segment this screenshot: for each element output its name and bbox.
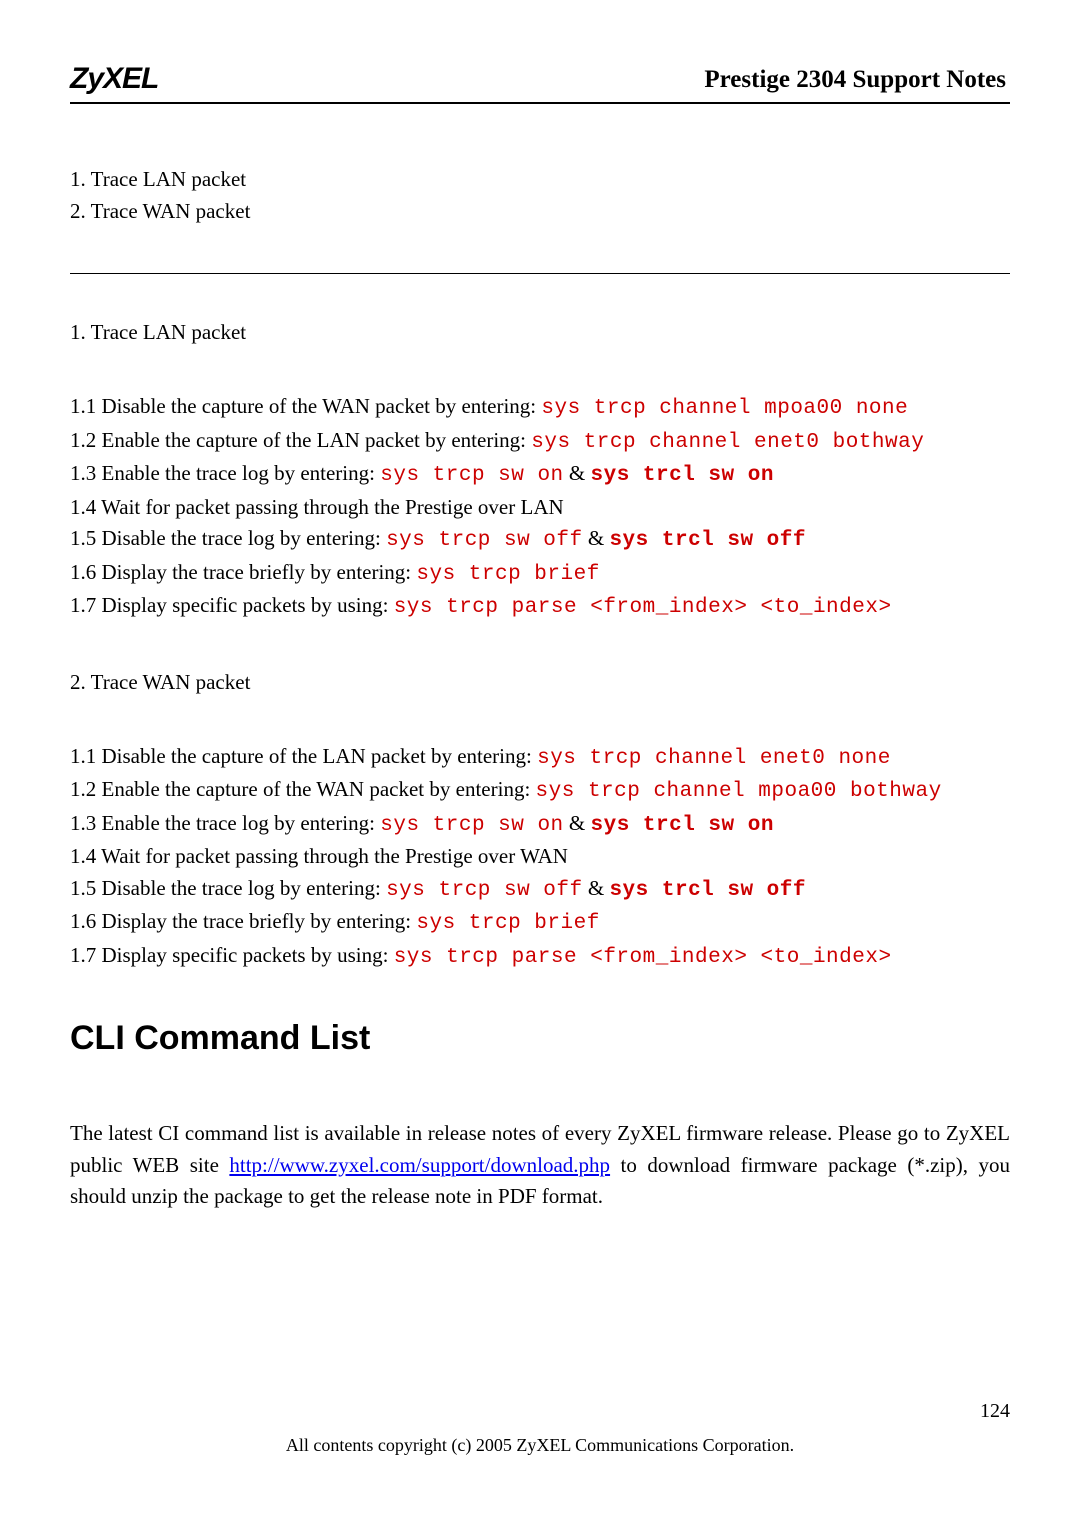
download-link[interactable]: http://www.zyxel.com/support/download.ph…: [229, 1153, 610, 1177]
command-text: sys trcp sw on: [380, 814, 563, 837]
step-text: 1.6 Display the trace briefly by enterin…: [70, 560, 416, 584]
command-text: sys trcp brief: [416, 912, 599, 935]
command-text-bold: sys trcl sw off: [609, 879, 806, 902]
step-item: 1.5 Disable the trace log by entering: s…: [70, 523, 1010, 557]
command-text: sys trcp sw off: [386, 879, 583, 902]
top-list-item: 1. Trace LAN packet: [70, 164, 1010, 196]
step-item: 1.7 Display specific packets by using: s…: [70, 940, 1010, 974]
command-text: sys trcp sw on: [380, 464, 563, 487]
command-text-bold: sys trcl sw on: [591, 464, 774, 487]
step-item: 1.6 Display the trace briefly by enterin…: [70, 906, 1010, 940]
step-text: &: [583, 876, 610, 900]
step-text: 1.1 Disable the capture of the LAN packe…: [70, 744, 537, 768]
step-text: 1.7 Display specific packets by using:: [70, 593, 394, 617]
command-text-bold: sys trcl sw off: [609, 529, 806, 552]
command-text: sys trcp channel enet0 none: [537, 747, 891, 770]
step-item: 1.7 Display specific packets by using: s…: [70, 590, 1010, 624]
step-text: 1.3 Enable the trace log by entering:: [70, 811, 380, 835]
step-text: 1.6 Display the trace briefly by enterin…: [70, 909, 416, 933]
step-text: 1.5 Disable the trace log by entering:: [70, 876, 386, 900]
page-header: ZyXEL Prestige 2304 Support Notes: [70, 62, 1010, 104]
section-title: 1. Trace LAN packet: [70, 320, 1010, 345]
command-text: sys trcp channel mpoa00 none: [541, 397, 908, 420]
step-text: 1.2 Enable the capture of the LAN packet…: [70, 428, 531, 452]
step-item: 1.2 Enable the capture of the WAN packet…: [70, 774, 1010, 808]
step-text: 1.5 Disable the trace log by entering:: [70, 526, 386, 550]
footer-copyright: All contents copyright (c) 2005 ZyXEL Co…: [0, 1435, 1080, 1456]
cli-paragraph: The latest CI command list is available …: [70, 1118, 1010, 1213]
step-list-wan: 1.1 Disable the capture of the LAN packe…: [70, 741, 1010, 974]
step-item: 1.1 Disable the capture of the WAN packe…: [70, 391, 1010, 425]
command-text: sys trcp parse <from_index> <to_index>: [394, 596, 892, 619]
brand-logo: ZyXEL: [70, 62, 158, 96]
top-list-item: 2. Trace WAN packet: [70, 196, 1010, 228]
page-number: 124: [980, 1400, 1010, 1423]
command-text-bold: sys trcl sw on: [591, 814, 774, 837]
command-text: sys trcp channel mpoa00 bothway: [536, 780, 942, 803]
command-text: sys trcp sw off: [386, 529, 583, 552]
step-text: &: [564, 461, 591, 485]
separator-line: [70, 273, 1010, 274]
step-text: 1.2 Enable the capture of the WAN packet…: [70, 777, 536, 801]
document-title: Prestige 2304 Support Notes: [704, 66, 1010, 96]
step-item: 1.6 Display the trace briefly by enterin…: [70, 557, 1010, 591]
step-text: 1.3 Enable the trace log by entering:: [70, 461, 380, 485]
page-container: ZyXEL Prestige 2304 Support Notes 1. Tra…: [0, 0, 1080, 1528]
step-text: &: [583, 526, 610, 550]
section-title: 2. Trace WAN packet: [70, 670, 1010, 695]
step-item: 1.2 Enable the capture of the LAN packet…: [70, 425, 1010, 459]
step-item: 1.4 Wait for packet passing through the …: [70, 841, 1010, 873]
step-text: 1.7 Display specific packets by using:: [70, 943, 394, 967]
step-item: 1.1 Disable the capture of the LAN packe…: [70, 741, 1010, 775]
heading-cli: CLI Command List: [70, 1019, 1010, 1058]
command-text: sys trcp parse <from_index> <to_index>: [394, 946, 892, 969]
step-item: 1.5 Disable the trace log by entering: s…: [70, 873, 1010, 907]
step-text: &: [564, 811, 591, 835]
command-text: sys trcp brief: [416, 563, 599, 586]
step-list-lan: 1.1 Disable the capture of the WAN packe…: [70, 391, 1010, 624]
step-item: 1.3 Enable the trace log by entering: sy…: [70, 808, 1010, 842]
top-list: 1. Trace LAN packet 2. Trace WAN packet: [70, 164, 1010, 227]
step-text: 1.1 Disable the capture of the WAN packe…: [70, 394, 541, 418]
step-item: 1.4 Wait for packet passing through the …: [70, 492, 1010, 524]
command-text: sys trcp channel enet0 bothway: [531, 431, 924, 454]
step-item: 1.3 Enable the trace log by entering: sy…: [70, 458, 1010, 492]
